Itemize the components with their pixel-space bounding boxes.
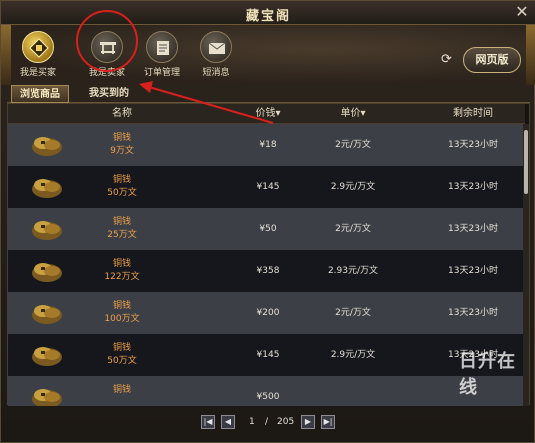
last-page-button[interactable]: ▶| [321, 415, 335, 429]
first-page-button[interactable]: |◀ [201, 415, 215, 429]
item-remaining-time: 13天23小时 [448, 308, 498, 318]
header-price[interactable]: 价钱▾ [238, 104, 298, 124]
table-header: 名称 价钱▾ 单价▾ 剩余时间 [8, 104, 525, 124]
seller-highlight-circle [76, 10, 138, 72]
item-title: 铜钱 [112, 175, 131, 185]
item-quantity: 100万文 [104, 314, 140, 324]
table-row[interactable]: 铜钱 50万文 ¥145 2.9元/万文 13天23小时 [8, 334, 525, 376]
item-title: 铜钱 [112, 259, 131, 269]
pagination: |◀ ◀ 1 / 205 ▶ ▶| [201, 415, 341, 431]
envelope-icon [200, 31, 232, 63]
copper-coin-icon [32, 137, 62, 156]
item-quantity: 25万文 [107, 230, 137, 240]
item-name: 铜钱 122万文 [92, 250, 152, 292]
item-title: 铜钱 [112, 343, 131, 353]
item-price: ¥145 [256, 182, 280, 192]
buyer-button[interactable]: 我是买家 [15, 31, 61, 78]
scrollbar-thumb[interactable] [524, 130, 528, 194]
item-price: ¥18 [259, 140, 277, 150]
total-pages: 205 [277, 417, 295, 427]
item-quantity: 50万文 [107, 356, 137, 366]
item-price: ¥500 [256, 392, 280, 402]
tab-bar: 浏览商品 我买到的 [7, 85, 530, 103]
item-name: 铜钱 100万文 [92, 292, 152, 334]
item-quantity: 122万文 [104, 272, 140, 282]
table-body: 铜钱 9万文 ¥18 2元/万文 13天23小时 铜钱 50万文 ¥145 2.9元… [8, 124, 525, 406]
item-quantity: 9万文 [110, 146, 134, 156]
table-row[interactable]: 铜钱 122万文 ¥358 2.93元/万文 13天23小时 [8, 250, 525, 292]
right-lantern-decoration [526, 25, 535, 85]
copper-coin-icon [32, 305, 62, 324]
item-name: 铜钱 50万文 [92, 166, 152, 208]
goods-table: 名称 价钱▾ 单价▾ 剩余时间 铜钱 9万文 ¥18 2元/万文 13天23小时 … [7, 103, 530, 406]
item-quantity: 50万文 [107, 188, 137, 198]
header-name: 名称 [112, 108, 132, 119]
item-price: ¥50 [259, 224, 277, 234]
refresh-icon[interactable]: ⟳ [441, 53, 455, 67]
tab-browse-goods[interactable]: 浏览商品 [11, 85, 69, 103]
window-title: 藏宝阁 [245, 9, 291, 24]
item-unit-price: 2.93元/万文 [327, 266, 379, 276]
title-bar: 藏宝阁 ✕ [1, 1, 535, 25]
orders-button-label: 订单管理 [143, 68, 180, 78]
item-title: 铜钱 [112, 385, 131, 395]
item-price: ¥145 [256, 350, 280, 360]
copper-coin-icon [32, 221, 62, 240]
treasure-pavilion-window: 藏宝阁 ✕ 我是买家 我是卖家 订单管理 短消息 ⟳ 网页版 浏览商品 我买到的… [0, 0, 535, 443]
item-title: 铜钱 [112, 301, 131, 311]
item-unit-price: 2.9元/万文 [330, 182, 376, 192]
item-unit-price [313, 376, 393, 406]
item-remaining-time: 13天23小时 [448, 266, 498, 276]
item-unit-price: 2元/万文 [335, 308, 371, 318]
item-remaining-time: 13天23小时 [448, 350, 498, 360]
header-remaining-time: 剩余时间 [453, 108, 493, 119]
tab-my-purchases[interactable]: 我买到的 [81, 85, 137, 103]
table-row[interactable]: 铜钱 ¥500 [8, 376, 525, 406]
copper-coin-icon [32, 389, 62, 406]
buyer-button-label: 我是买家 [19, 68, 56, 78]
item-price: ¥200 [256, 308, 280, 318]
sort-down-icon: ▾ [360, 108, 366, 119]
book-icon [146, 31, 178, 63]
item-remaining-time: 13天23小时 [448, 182, 498, 192]
web-version-button[interactable]: 网页版 [463, 47, 521, 73]
table-scrollbar[interactable] [523, 124, 529, 406]
item-remaining-time [428, 376, 518, 406]
header-unit-price[interactable]: 单价▾ [313, 104, 393, 124]
copper-coin-icon [32, 263, 62, 282]
copper-coin-icon [32, 179, 62, 198]
item-name: 铜钱 9万文 [92, 124, 152, 166]
messages-button[interactable]: 短消息 [193, 31, 239, 78]
close-button[interactable]: ✕ [514, 4, 530, 20]
coin-icon [22, 31, 54, 63]
table-row[interactable]: 铜钱 50万文 ¥145 2.9元/万文 13天23小时 [8, 166, 525, 208]
item-unit-price: 2元/万文 [335, 224, 371, 234]
next-page-button[interactable]: ▶ [301, 415, 315, 429]
item-price: ¥358 [256, 266, 280, 276]
table-row[interactable]: 铜钱 9万文 ¥18 2元/万文 13天23小时 [8, 124, 525, 166]
item-title: 铜钱 [112, 133, 131, 143]
orders-button[interactable]: 订单管理 [139, 31, 185, 78]
prev-page-button[interactable]: ◀ [221, 415, 235, 429]
left-lantern-decoration [1, 25, 11, 85]
item-name: 铜钱 [92, 376, 152, 406]
toolbar: 我是买家 我是卖家 订单管理 短消息 ⟳ 网页版 [1, 10, 535, 85]
messages-button-label: 短消息 [202, 68, 230, 78]
page-separator: / [265, 417, 269, 427]
item-title: 铜钱 [112, 217, 131, 227]
header-unit-label: 单价 [340, 108, 361, 119]
copper-coin-icon [32, 347, 62, 366]
current-page: 1 [249, 417, 255, 427]
item-unit-price: 2.9元/万文 [330, 350, 376, 360]
table-row[interactable]: 铜钱 100万文 ¥200 2元/万文 13天23小时 [8, 292, 525, 334]
header-price-label: 价钱 [255, 108, 276, 119]
table-row[interactable]: 铜钱 25万文 ¥50 2元/万文 13天23小时 [8, 208, 525, 250]
sort-down-icon: ▾ [275, 108, 281, 119]
item-name: 铜钱 50万文 [92, 334, 152, 376]
item-remaining-time: 13天23小时 [448, 140, 498, 150]
item-unit-price: 2元/万文 [335, 140, 371, 150]
item-name: 铜钱 25万文 [92, 208, 152, 250]
item-remaining-time: 13天23小时 [448, 224, 498, 234]
